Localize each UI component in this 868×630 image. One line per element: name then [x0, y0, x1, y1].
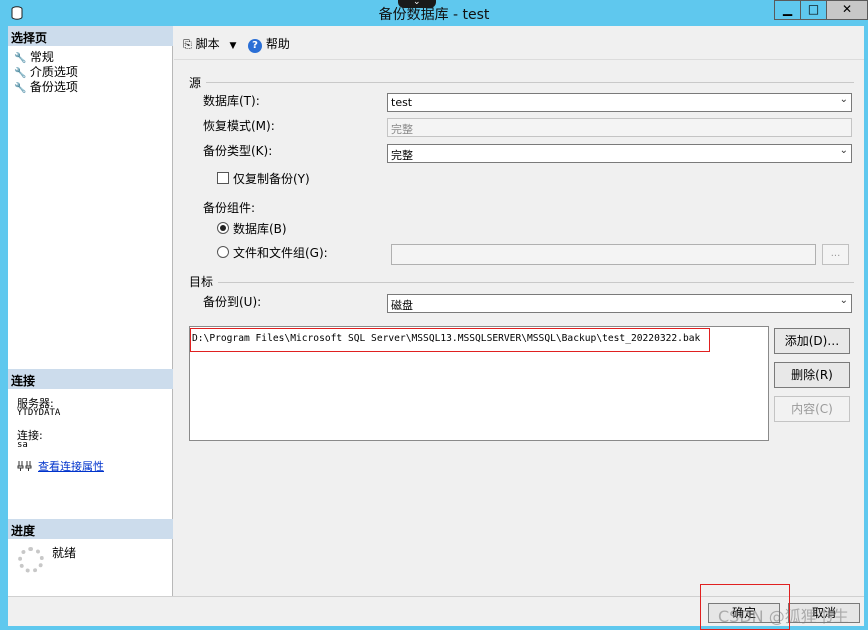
- remove-destination-button[interactable]: 删除(R): [774, 362, 850, 388]
- help-icon: ?: [248, 39, 262, 53]
- backup-to-value: 磁盘: [391, 299, 413, 312]
- script-icon: ⎘: [183, 38, 192, 51]
- database-value: test: [391, 96, 413, 109]
- backup-database-window: 备份数据库 - test ⌄ ▁ □ ✕ 选择页 🔧 常规 🔧 介质选项 🔧 备…: [0, 0, 868, 630]
- select-page-header: 选择页: [8, 26, 173, 46]
- close-button[interactable]: ✕: [826, 0, 868, 20]
- minimize-button[interactable]: ▁: [774, 0, 801, 20]
- connection-value: sa: [17, 440, 28, 450]
- connection-header: 连接: [8, 369, 173, 389]
- window-title: 备份数据库 - test: [378, 7, 490, 23]
- database-select[interactable]: test ⌄: [387, 93, 852, 112]
- page-backup-options[interactable]: 🔧 备份选项: [14, 78, 78, 94]
- title-bar[interactable]: 备份数据库 - test ⌄ ▁ □ ✕: [0, 0, 868, 26]
- page-backup-options-label: 备份选项: [29, 80, 78, 94]
- view-connection-properties-link[interactable]: 查看连接属性: [38, 458, 104, 474]
- server-value: YTDYDATA: [17, 408, 61, 418]
- source-group-label: 源: [189, 76, 202, 90]
- chevron-down-icon: ⌄: [413, 0, 421, 7]
- copy-only-label: 仅复制备份(Y): [233, 172, 310, 186]
- highlight-box: [190, 328, 710, 352]
- filegroup-textbox: [391, 244, 816, 265]
- copy-only-checkbox[interactable]: [217, 172, 229, 184]
- destination-group-label: 目标: [189, 275, 214, 289]
- backup-type-select[interactable]: 完整 ⌄: [387, 144, 852, 163]
- page-general[interactable]: 🔧 常规: [14, 48, 54, 64]
- add-destination-button[interactable]: 添加(D)…: [774, 328, 850, 354]
- chevron-down-icon: ⌄: [839, 145, 848, 156]
- script-label: 脚本: [195, 37, 220, 51]
- progress-spinner-icon: [18, 547, 44, 573]
- destination-group-divider: [218, 282, 854, 283]
- backup-to-select[interactable]: 磁盘 ⌄: [387, 294, 852, 313]
- page-media-options[interactable]: 🔧 介质选项: [14, 63, 78, 79]
- left-pane: 选择页 🔧 常规 🔧 介质选项 🔧 备份选项 连接 服务器: YTDYDATA …: [8, 26, 173, 596]
- progress-status: 就绪: [52, 546, 77, 560]
- component-database-radio[interactable]: [217, 222, 229, 234]
- plug-icon: [17, 461, 32, 471]
- recovery-model-label: 恢复模式(M):: [203, 119, 275, 133]
- component-files-radio[interactable]: [217, 246, 229, 258]
- chevron-down-icon: ⌄: [839, 94, 848, 105]
- wrench-icon: 🔧: [14, 83, 27, 94]
- dropdown-notch[interactable]: ⌄: [398, 0, 436, 8]
- page-general-label: 常规: [29, 50, 54, 64]
- browse-filegroups-button: ...: [822, 244, 849, 265]
- backup-type-label: 备份类型(K):: [203, 144, 273, 158]
- ok-highlight-box: [700, 584, 790, 630]
- general-page-content: 源 数据库(T): test ⌄ 恢复模式(M): 完整 备份类型(K): 完整…: [174, 60, 864, 596]
- help-label: 帮助: [265, 37, 290, 51]
- component-database-label: 数据库(B): [233, 222, 287, 236]
- page-media-options-label: 介质选项: [29, 65, 78, 79]
- backup-type-value: 完整: [391, 149, 413, 162]
- recovery-model-value: 完整: [391, 123, 413, 136]
- dialog-client: 选择页 🔧 常规 🔧 介质选项 🔧 备份选项 连接 服务器: YTDYDATA …: [8, 26, 864, 630]
- source-group-divider: [206, 82, 854, 83]
- script-button[interactable]: ⎘ 脚本 ▼: [183, 35, 236, 52]
- backup-to-label: 备份到(U):: [203, 295, 262, 309]
- chevron-down-icon: ⌄: [839, 295, 848, 306]
- database-label: 数据库(T):: [203, 94, 260, 108]
- chevron-down-icon: ▼: [229, 41, 237, 51]
- toolbar: ⎘ 脚本 ▼ ? 帮助: [174, 26, 864, 60]
- backup-component-label: 备份组件:: [203, 201, 256, 215]
- component-files-label: 文件和文件组(G):: [233, 246, 328, 260]
- contents-button: 内容(C): [774, 396, 850, 422]
- maximize-button[interactable]: □: [800, 0, 827, 20]
- recovery-model-field: 完整: [387, 118, 852, 137]
- backup-destinations-list[interactable]: D:\Program Files\Microsoft SQL Server\MS…: [189, 326, 769, 441]
- help-button[interactable]: ? 帮助: [248, 35, 290, 53]
- progress-header: 进度: [8, 519, 173, 539]
